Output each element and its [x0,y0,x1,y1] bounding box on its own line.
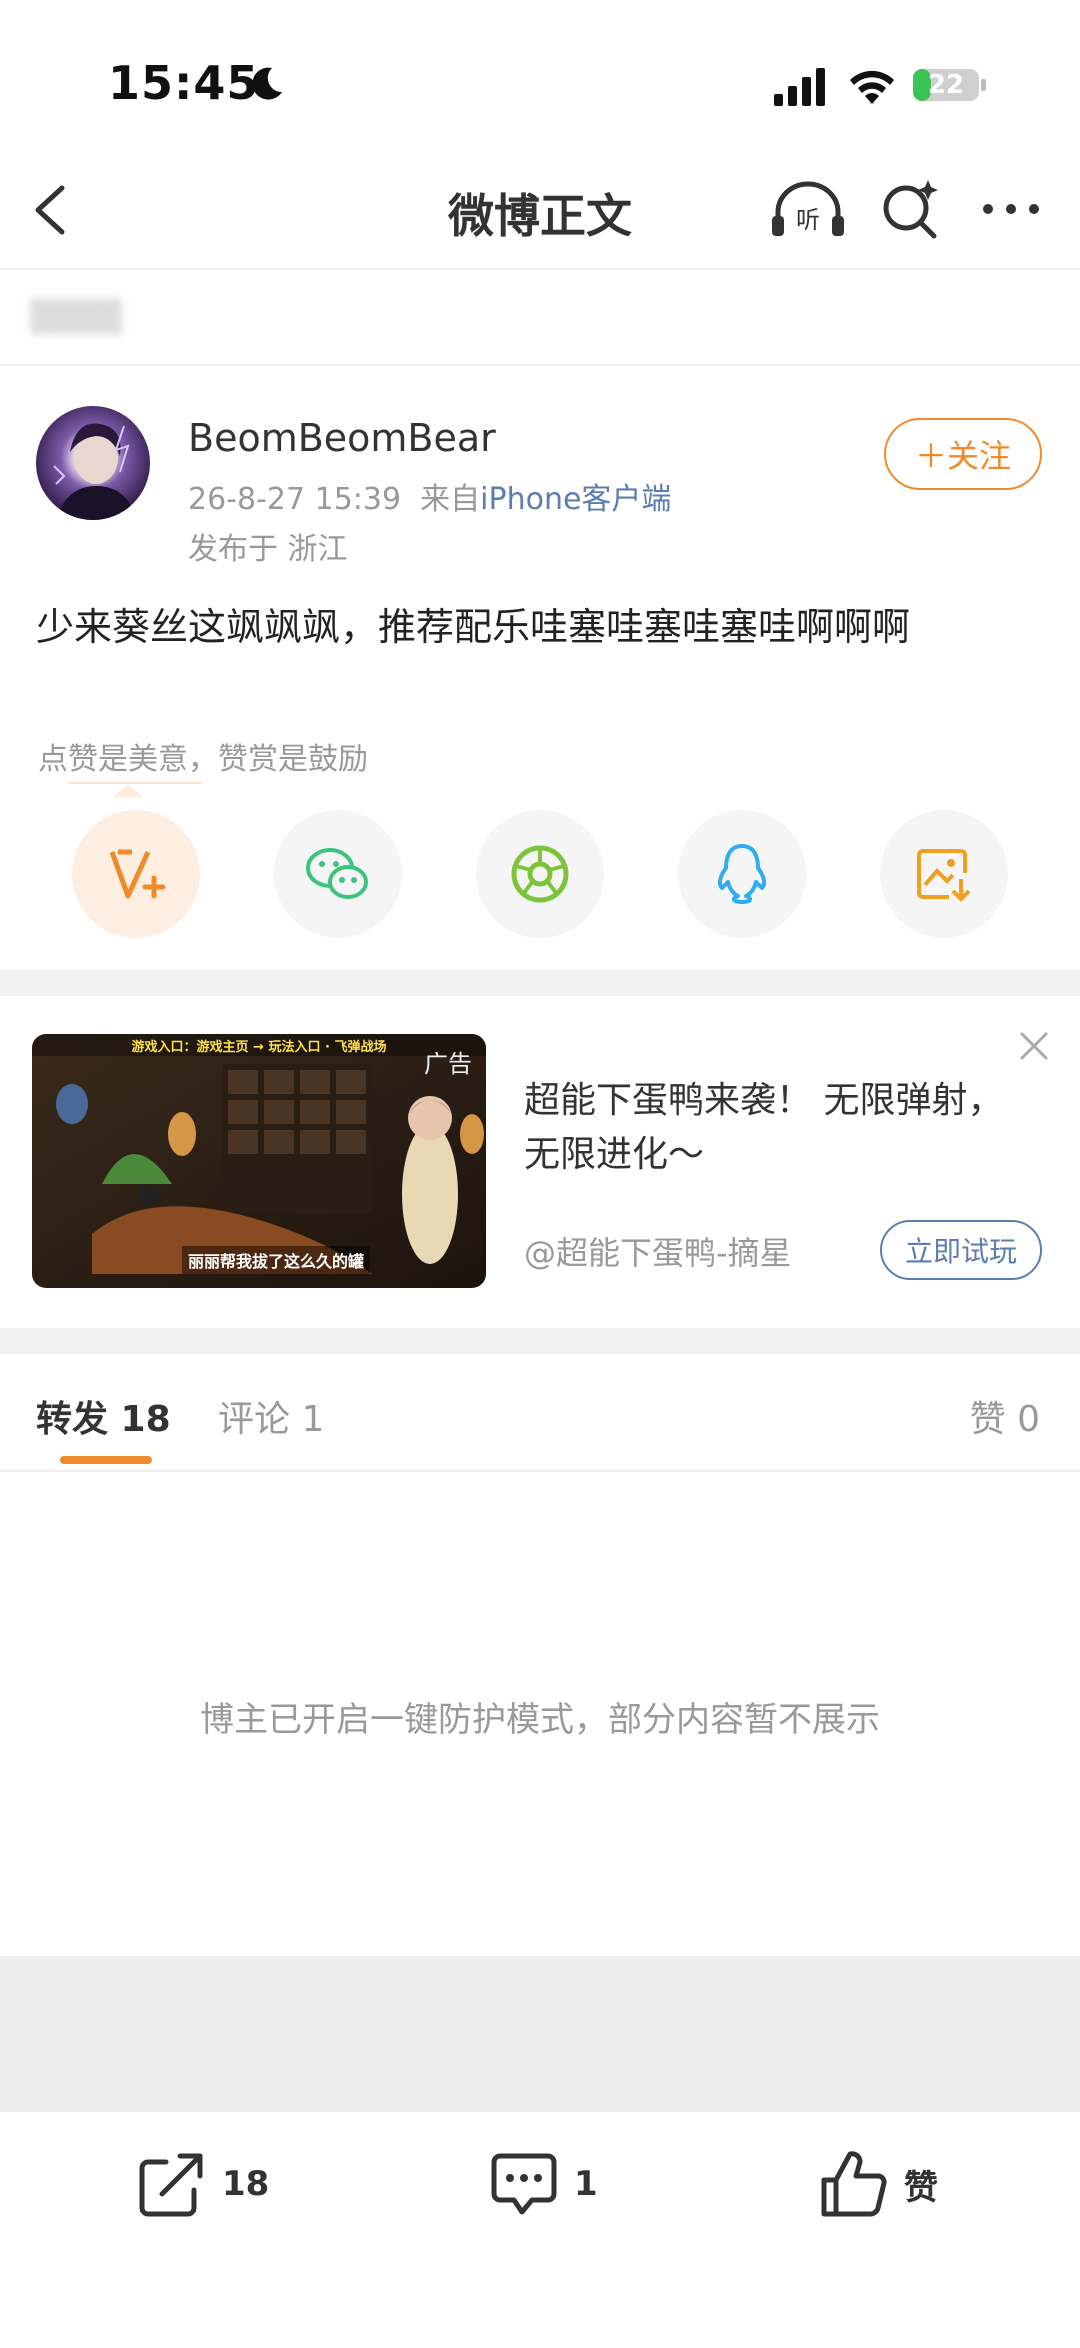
repost-icon [139,2153,203,2217]
reward-button[interactable] [72,810,200,938]
comment-count: 1 [574,2164,598,2204]
header-divider [0,364,1080,366]
ad-try-button[interactable]: 立即试玩 [880,1220,1042,1280]
ad-image-caption: 丽丽帮我拔了这么久的罐 [182,1246,371,1274]
tab-active-indicator [60,1456,152,1464]
moments-icon [511,845,569,903]
blurred-header-strip: ▒▒▒▒ [30,300,123,335]
wifi-icon [850,70,894,104]
like-label: 赞 [904,2167,938,2208]
bottom-spacer [0,1956,1080,2112]
battery-level: 22 [927,70,965,100]
thumbs-up-icon [821,2151,887,2217]
search-sparkle-icon[interactable] [880,176,942,240]
svg-text:听: 听 [796,206,820,234]
ad-image-top-text: 游戏入口：游戏主页 → 玩法入口 · 飞弹战场 [131,1040,387,1055]
more-icon[interactable] [980,196,1042,222]
post-location: 发布于 浙江 [188,532,348,567]
qq-icon [717,844,767,904]
username[interactable]: BeomBeomBear [188,416,496,460]
ad-label: 广告 [424,1050,472,1078]
reward-v-plus-icon [109,849,166,899]
cellular-signal-icon [774,68,825,106]
ad-title[interactable]: 超能下蛋鸭来袭！ 无限弹射，无限进化～ [524,1074,1004,1182]
listen-icon[interactable]: 听 [770,180,846,240]
protection-notice: 博主已开启一键防护模式，部分内容暂不展示 [200,1700,880,1740]
reward-hint: 点赞是美意，赞赏是鼓励 [38,742,368,777]
section-gap [0,970,1080,996]
avatar[interactable] [36,406,150,520]
avatar-image [53,423,136,520]
ad-account[interactable]: @超能下蛋鸭-摘星 [524,1228,792,1274]
post-source[interactable]: iPhone客户端 [480,482,671,517]
wechat-icon [306,848,368,899]
follow-button[interactable]: ＋关注 [884,418,1042,490]
moon-icon [252,67,282,100]
share-qq-button[interactable] [678,810,806,938]
battery-indicator: 22 [912,66,988,104]
save-image-button[interactable] [880,810,1008,938]
repost-count: 18 [222,2164,270,2204]
save-image-icon [917,849,971,902]
post-text: 少来葵丝这飒飒飒，推荐配乐哇塞哇塞哇塞哇啊啊啊 [36,605,911,649]
nav-divider [0,268,1080,270]
repost-button[interactable]: 18 [136,2148,269,2220]
status-time: 15:45 [108,56,260,110]
hint-pointer [112,784,144,798]
source-prefix: 来自 [420,482,481,517]
tab-repost[interactable]: 转发 18 [36,1390,171,1442]
tab-comment[interactable]: 评论 1 [218,1390,324,1442]
tabs-divider [0,1470,1080,1472]
share-wechat-button[interactable] [274,810,402,938]
tab-like[interactable]: 赞 0 [970,1390,1040,1442]
post-meta: 26-8-27 15:39 来自iPhone客户端 [188,474,671,518]
like-button[interactable]: 赞 [818,2148,938,2220]
close-icon[interactable] [1016,1028,1052,1064]
comment-button[interactable]: 1 [488,2148,598,2220]
post-datetime: 26-8-27 15:39 [188,482,402,517]
share-moments-button[interactable] [476,810,604,938]
comment-icon [491,2153,557,2215]
section-gap [0,1328,1080,1354]
ad-image[interactable]: 游戏入口：游戏主页 → 玩法入口 · 飞弹战场 广告 丽丽帮我拔了这么久的罐 [32,1034,486,1288]
